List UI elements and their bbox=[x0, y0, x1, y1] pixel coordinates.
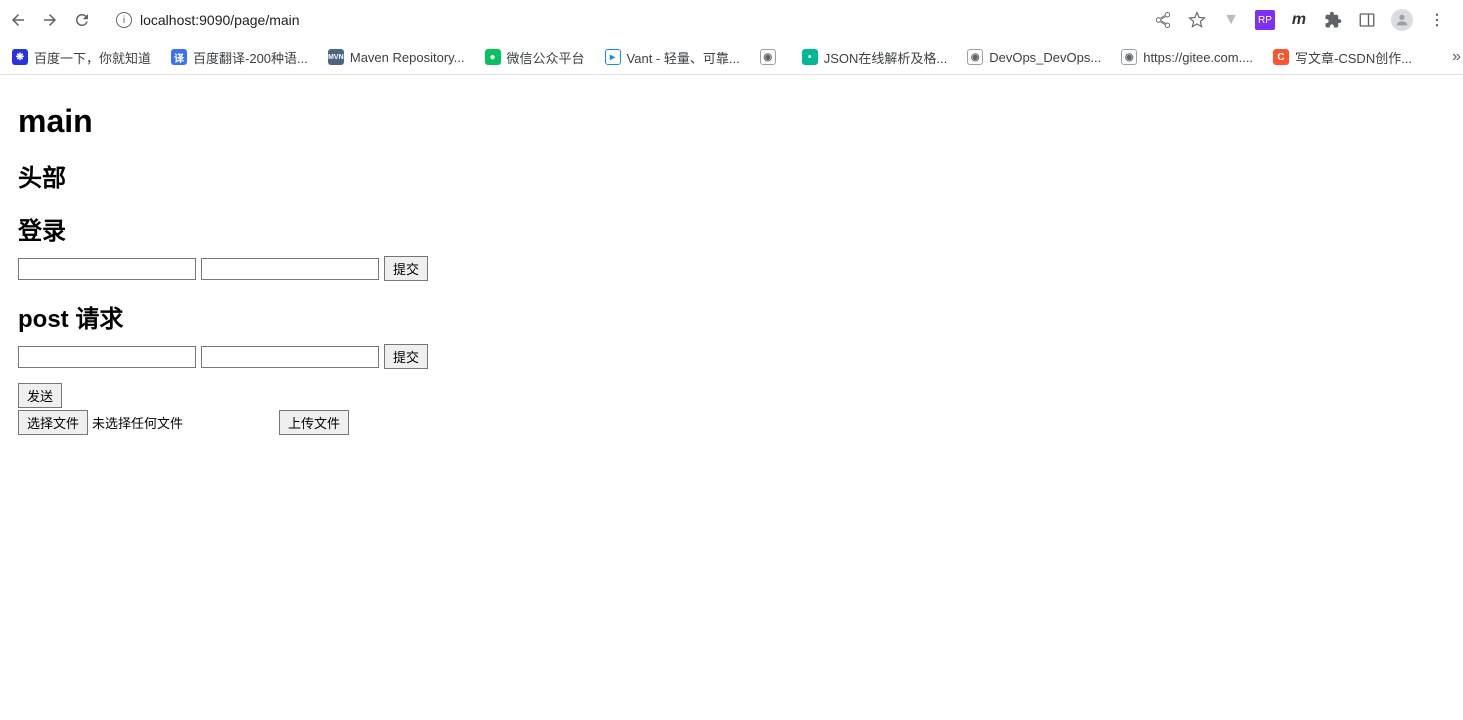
choose-file-button[interactable]: 选择文件 bbox=[18, 410, 88, 435]
star-icon[interactable] bbox=[1187, 10, 1207, 30]
wechat-icon: ● bbox=[485, 49, 501, 65]
nav-buttons bbox=[8, 10, 92, 30]
bookmark-vant[interactable]: ▸ Vant - 轻量、可靠... bbox=[605, 48, 740, 67]
bookmark-devops[interactable]: ◉ DevOps_DevOps... bbox=[967, 49, 1101, 65]
bookmark-fanyi[interactable]: 译 百度翻译-200种语... bbox=[171, 48, 308, 67]
csdn-icon: C bbox=[1273, 49, 1289, 65]
login-form-row: 提交 bbox=[18, 256, 1445, 281]
toolbar-right-icons: ▼ RP m bbox=[1153, 9, 1455, 31]
browser-toolbar: i localhost:9090/page/main ▼ RP m bbox=[0, 0, 1463, 40]
globe-icon: ◉ bbox=[760, 49, 776, 65]
heading-login: 登录 bbox=[18, 211, 1445, 246]
forward-button[interactable] bbox=[40, 10, 60, 30]
purple-ext-icon[interactable]: RP bbox=[1255, 10, 1275, 30]
json-icon: • bbox=[802, 49, 818, 65]
bookmark-label: Maven Repository... bbox=[350, 50, 465, 65]
login-submit-button[interactable]: 提交 bbox=[384, 256, 428, 281]
login-input-1[interactable] bbox=[18, 258, 196, 280]
bookmarks-bar: ❋ 百度一下，你就知道 译 百度翻译-200种语... MVN Maven Re… bbox=[0, 40, 1463, 74]
page-content: main 头部 登录 提交 post 请求 提交 发送 选择文件 未选择任何文件… bbox=[0, 75, 1463, 443]
devops-icon: ◉ bbox=[967, 49, 983, 65]
gitee-icon: ◉ bbox=[1121, 49, 1137, 65]
reload-button[interactable] bbox=[72, 10, 92, 30]
baidu-icon: ❋ bbox=[12, 49, 28, 65]
vant-icon: ▸ bbox=[605, 49, 621, 65]
no-file-text: 未选择任何文件 bbox=[92, 413, 183, 432]
post-form-row: 提交 bbox=[18, 344, 1445, 369]
bookmark-label: 百度翻译-200种语... bbox=[193, 48, 308, 67]
profile-avatar[interactable] bbox=[1391, 9, 1413, 31]
bookmark-label: 写文章-CSDN创作... bbox=[1295, 48, 1412, 67]
bookmark-label: Vant - 轻量、可靠... bbox=[627, 48, 740, 67]
bookmark-label: JSON在线解析及格... bbox=[824, 48, 948, 67]
site-info-icon[interactable]: i bbox=[116, 12, 132, 28]
login-input-2[interactable] bbox=[201, 258, 379, 280]
side-panel-icon[interactable] bbox=[1357, 10, 1377, 30]
bookmark-label: https://gitee.com.... bbox=[1143, 50, 1253, 65]
bookmark-label: 百度一下，你就知道 bbox=[34, 48, 151, 67]
bookmark-label: 微信公众平台 bbox=[507, 48, 585, 67]
bookmark-baidu[interactable]: ❋ 百度一下，你就知道 bbox=[12, 48, 151, 67]
m-ext-icon[interactable]: m bbox=[1289, 10, 1309, 30]
upload-file-button[interactable]: 上传文件 bbox=[279, 410, 349, 435]
post-submit-button[interactable]: 提交 bbox=[384, 344, 428, 369]
menu-icon[interactable] bbox=[1427, 10, 1447, 30]
fanyi-icon: 译 bbox=[171, 49, 187, 65]
heading-post: post 请求 bbox=[18, 299, 1445, 334]
send-button[interactable]: 发送 bbox=[18, 383, 62, 408]
extensions-icon[interactable] bbox=[1323, 10, 1343, 30]
vue-ext-icon[interactable]: ▼ bbox=[1221, 10, 1241, 30]
bookmark-json[interactable]: • JSON在线解析及格... bbox=[802, 48, 948, 67]
page-title: main bbox=[18, 103, 1445, 140]
address-bar[interactable]: i localhost:9090/page/main bbox=[108, 12, 1145, 28]
bookmark-globe1[interactable]: ◉ bbox=[760, 49, 782, 65]
bookmark-label: DevOps_DevOps... bbox=[989, 50, 1101, 65]
url-text: localhost:9090/page/main bbox=[140, 12, 300, 28]
post-input-1[interactable] bbox=[18, 346, 196, 368]
share-icon[interactable] bbox=[1153, 10, 1173, 30]
heading-header: 头部 bbox=[18, 158, 1445, 193]
file-row: 选择文件 未选择任何文件 上传文件 bbox=[18, 410, 1445, 435]
back-button[interactable] bbox=[8, 10, 28, 30]
bookmark-maven[interactable]: MVN Maven Repository... bbox=[328, 49, 465, 65]
post-input-2[interactable] bbox=[201, 346, 379, 368]
bookmark-gitee[interactable]: ◉ https://gitee.com.... bbox=[1121, 49, 1253, 65]
bookmark-wechat[interactable]: ● 微信公众平台 bbox=[485, 48, 585, 67]
maven-icon: MVN bbox=[328, 49, 344, 65]
bookmarks-overflow-icon[interactable]: » bbox=[1452, 48, 1461, 66]
bookmark-csdn[interactable]: C 写文章-CSDN创作... bbox=[1273, 48, 1412, 67]
browser-chrome: i localhost:9090/page/main ▼ RP m bbox=[0, 0, 1463, 75]
